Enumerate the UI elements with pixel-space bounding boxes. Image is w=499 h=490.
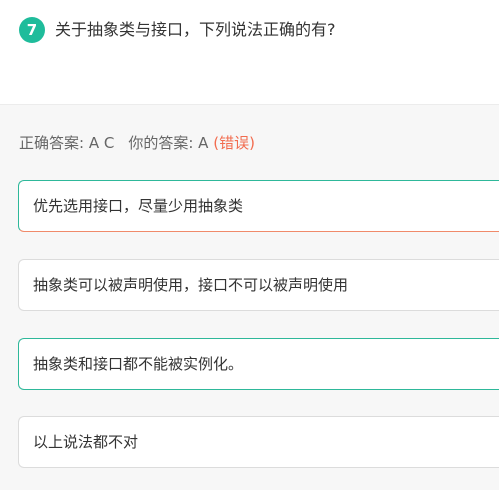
option-c[interactable]: 抽象类和接口都不能被实例化。 (18, 338, 499, 390)
option-a[interactable]: 优先选用接口，尽量少用抽象类 (18, 180, 499, 232)
correct-answer-label: 正确答案: (19, 134, 89, 152)
question-header: 7 关于抽象类与接口，下列说法正确的有? (0, 0, 499, 105)
question-number-badge: 7 (19, 17, 45, 43)
correct-answer-value: A C (88, 134, 115, 152)
your-answer-label: 你的答案: (128, 134, 199, 152)
question-text: 关于抽象类与接口，下列说法正确的有? (55, 20, 336, 39)
your-answer-value: A (198, 134, 209, 152)
option-b[interactable]: 抽象类可以被声明使用，接口不可以被声明使用 (18, 259, 499, 311)
answer-status-error: (错误) (213, 134, 255, 152)
answer-summary: 正确答案: A C 你的答案: A (错误) (19, 132, 255, 153)
option-d[interactable]: 以上说法都不对 (18, 416, 499, 468)
